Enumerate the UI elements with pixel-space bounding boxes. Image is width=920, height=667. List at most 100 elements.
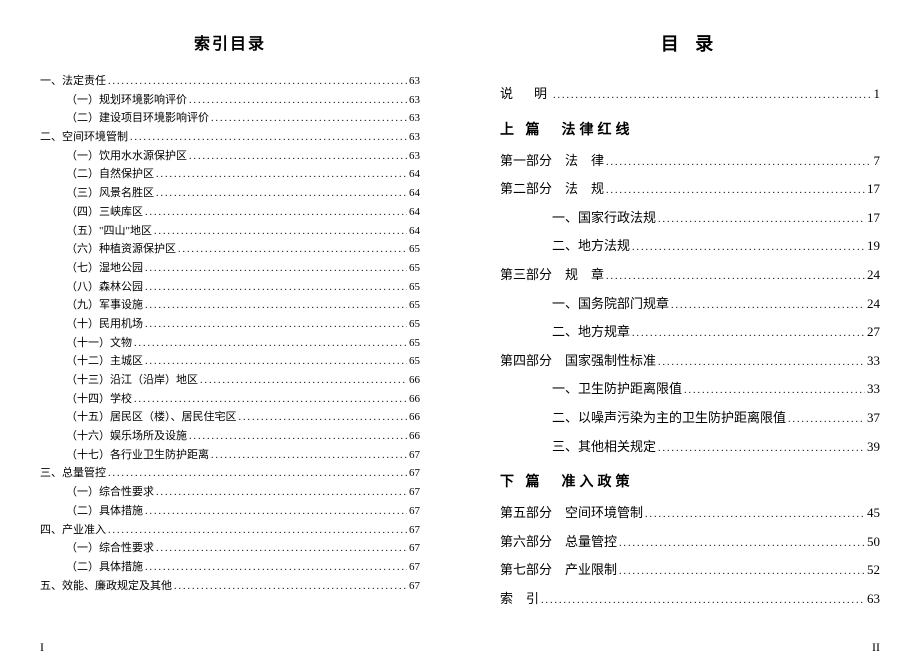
toc-entry-label: 一、国务院部门规章 — [552, 290, 669, 319]
toc-section-heading: 上 篇 法律红线 — [500, 119, 880, 139]
index-entry-label: （十三）沿江（沿岸）地区 — [66, 371, 198, 390]
dot-leader — [130, 129, 407, 146]
toc-content: 说 明1上 篇 法律红线第一部分 法 律7第二部分 法 规17一、国家行政法规1… — [500, 80, 880, 647]
dot-leader — [145, 559, 407, 576]
toc-entry: 三、其他相关规定39 — [500, 433, 880, 462]
index-entry-page: 67 — [409, 521, 420, 540]
dot-leader — [145, 260, 407, 277]
index-entry-label: （十）民用机场 — [66, 315, 143, 334]
index-entry: （十）民用机场 65 — [40, 315, 420, 334]
toc-entry: 第六部分 总量管控50 — [500, 528, 880, 557]
index-entry-label: （一）饮用水水源保护区 — [66, 147, 187, 166]
toc-entry-label: 第四部分 国家强制性标准 — [500, 347, 656, 376]
index-entry: （二）建设项目环境影响评价63 — [40, 109, 420, 128]
index-entry: （十四）学校66 — [40, 390, 420, 409]
index-entry-label: 五、效能、廉政规定及其他 — [40, 577, 172, 596]
dot-leader — [211, 447, 407, 464]
index-entry-page: 66 — [409, 371, 420, 390]
dot-leader — [189, 428, 407, 445]
dot-leader — [156, 166, 407, 183]
index-entry-page: 64 — [409, 203, 420, 222]
index-entry-label: （二）具体措施 — [66, 502, 143, 521]
toc-entry: 说 明1 — [500, 80, 880, 109]
index-entry-label: （十二）主城区 — [66, 352, 143, 371]
index-entry: （八）森林公园65 — [40, 278, 420, 297]
toc-entry-page: 45 — [867, 499, 880, 528]
page-number-right: II — [872, 640, 880, 655]
index-entry-label: 三、总量管控 — [40, 464, 106, 483]
dot-leader — [239, 409, 408, 426]
dot-leader — [134, 335, 407, 352]
toc-entry: 第五部分 空间环境管制45 — [500, 499, 880, 528]
toc-entry: 一、卫生防护距离限值33 — [500, 375, 880, 404]
index-entry-page: 65 — [409, 278, 420, 297]
toc-entry-page: 39 — [867, 433, 880, 462]
dot-leader — [189, 148, 407, 165]
toc-entry: 索 引63 — [500, 585, 880, 614]
dot-leader — [671, 295, 865, 317]
index-title: 索引目录 — [40, 30, 420, 54]
page-number-left: I — [40, 640, 44, 655]
dot-leader — [658, 438, 865, 460]
toc-entry-label: 二、地方法规 — [552, 232, 630, 261]
dot-leader — [200, 372, 407, 389]
index-entry-label: （七）湿地公园 — [66, 259, 143, 278]
index-entry-page: 66 — [409, 408, 420, 427]
toc-entry-page: 19 — [867, 232, 880, 261]
dot-leader — [658, 209, 865, 231]
dot-leader — [156, 185, 407, 202]
dot-leader — [632, 237, 865, 259]
index-entry-label: （六）种植资源保护区 — [66, 240, 176, 259]
index-entry: （十六）娱乐场所及设施 66 — [40, 427, 420, 446]
index-entry-label: （十五）居民区（楼）、居民住宅区 — [66, 408, 237, 427]
index-entry: 二、空间环境管制63 — [40, 128, 420, 147]
index-entry: （七）湿地公园65 — [40, 259, 420, 278]
index-entry-page: 64 — [409, 165, 420, 184]
toc-entry-label: 一、卫生防护距离限值 — [552, 375, 682, 404]
index-entry: （一）综合性要求67 — [40, 483, 420, 502]
index-entry-page: 67 — [409, 502, 420, 521]
index-entry-page: 63 — [409, 147, 420, 166]
index-entry: （十二）主城区65 — [40, 352, 420, 371]
dot-leader — [178, 241, 407, 258]
toc-entry-label: 第七部分 产业限制 — [500, 556, 617, 585]
index-entry-page: 66 — [409, 427, 420, 446]
index-entry-page: 65 — [409, 240, 420, 259]
dot-leader — [606, 266, 865, 288]
dot-leader — [684, 380, 865, 402]
index-entry-page: 67 — [409, 558, 420, 577]
toc-entry: 二、以噪声污染为主的卫生防护距离限值37 — [500, 404, 880, 433]
toc-entry: 第七部分 产业限制 52 — [500, 556, 880, 585]
index-entry-page: 65 — [409, 315, 420, 334]
toc-entry-label: 第一部分 法 律 — [500, 147, 604, 176]
dot-leader — [606, 180, 865, 202]
index-entry-label: （十四）学校 — [66, 390, 132, 409]
index-entry-page: 67 — [409, 464, 420, 483]
dot-leader — [619, 533, 865, 555]
dot-leader — [553, 85, 871, 107]
dot-leader — [145, 316, 407, 333]
index-entry-label: （十一）文物 — [66, 334, 132, 353]
toc-entry: 第二部分 法 规17 — [500, 175, 880, 204]
index-entry-page: 64 — [409, 222, 420, 241]
index-entry: （十七）各行业卫生防护距离67 — [40, 446, 420, 465]
index-entry: （十五）居民区（楼）、居民住宅区 66 — [40, 408, 420, 427]
index-entry-page: 65 — [409, 334, 420, 353]
index-entry: （九）军事设施65 — [40, 296, 420, 315]
index-entry: （一）综合性要求67 — [40, 539, 420, 558]
index-entry-label: 一、法定责任 — [40, 72, 106, 91]
index-entry-label: （一）规划环境影响评价 — [66, 91, 187, 110]
index-entry-label: （十六）娱乐场所及设施 — [66, 427, 187, 446]
dot-leader — [156, 484, 407, 501]
toc-entry-page: 33 — [867, 347, 880, 376]
toc-entry-label: 二、以噪声污染为主的卫生防护距离限值 — [552, 404, 786, 433]
dot-leader — [211, 110, 407, 127]
index-entry: （二）自然保护区64 — [40, 165, 420, 184]
index-entry: （一）规划环境影响评价63 — [40, 91, 420, 110]
index-entry: （十三）沿江（沿岸）地区 66 — [40, 371, 420, 390]
dot-leader — [189, 92, 407, 109]
toc-entry: 二、地方法规 19 — [500, 232, 880, 261]
toc-entry-page: 52 — [867, 556, 880, 585]
index-entry-label: （九）军事设施 — [66, 296, 143, 315]
toc-entry-page: 27 — [867, 318, 880, 347]
